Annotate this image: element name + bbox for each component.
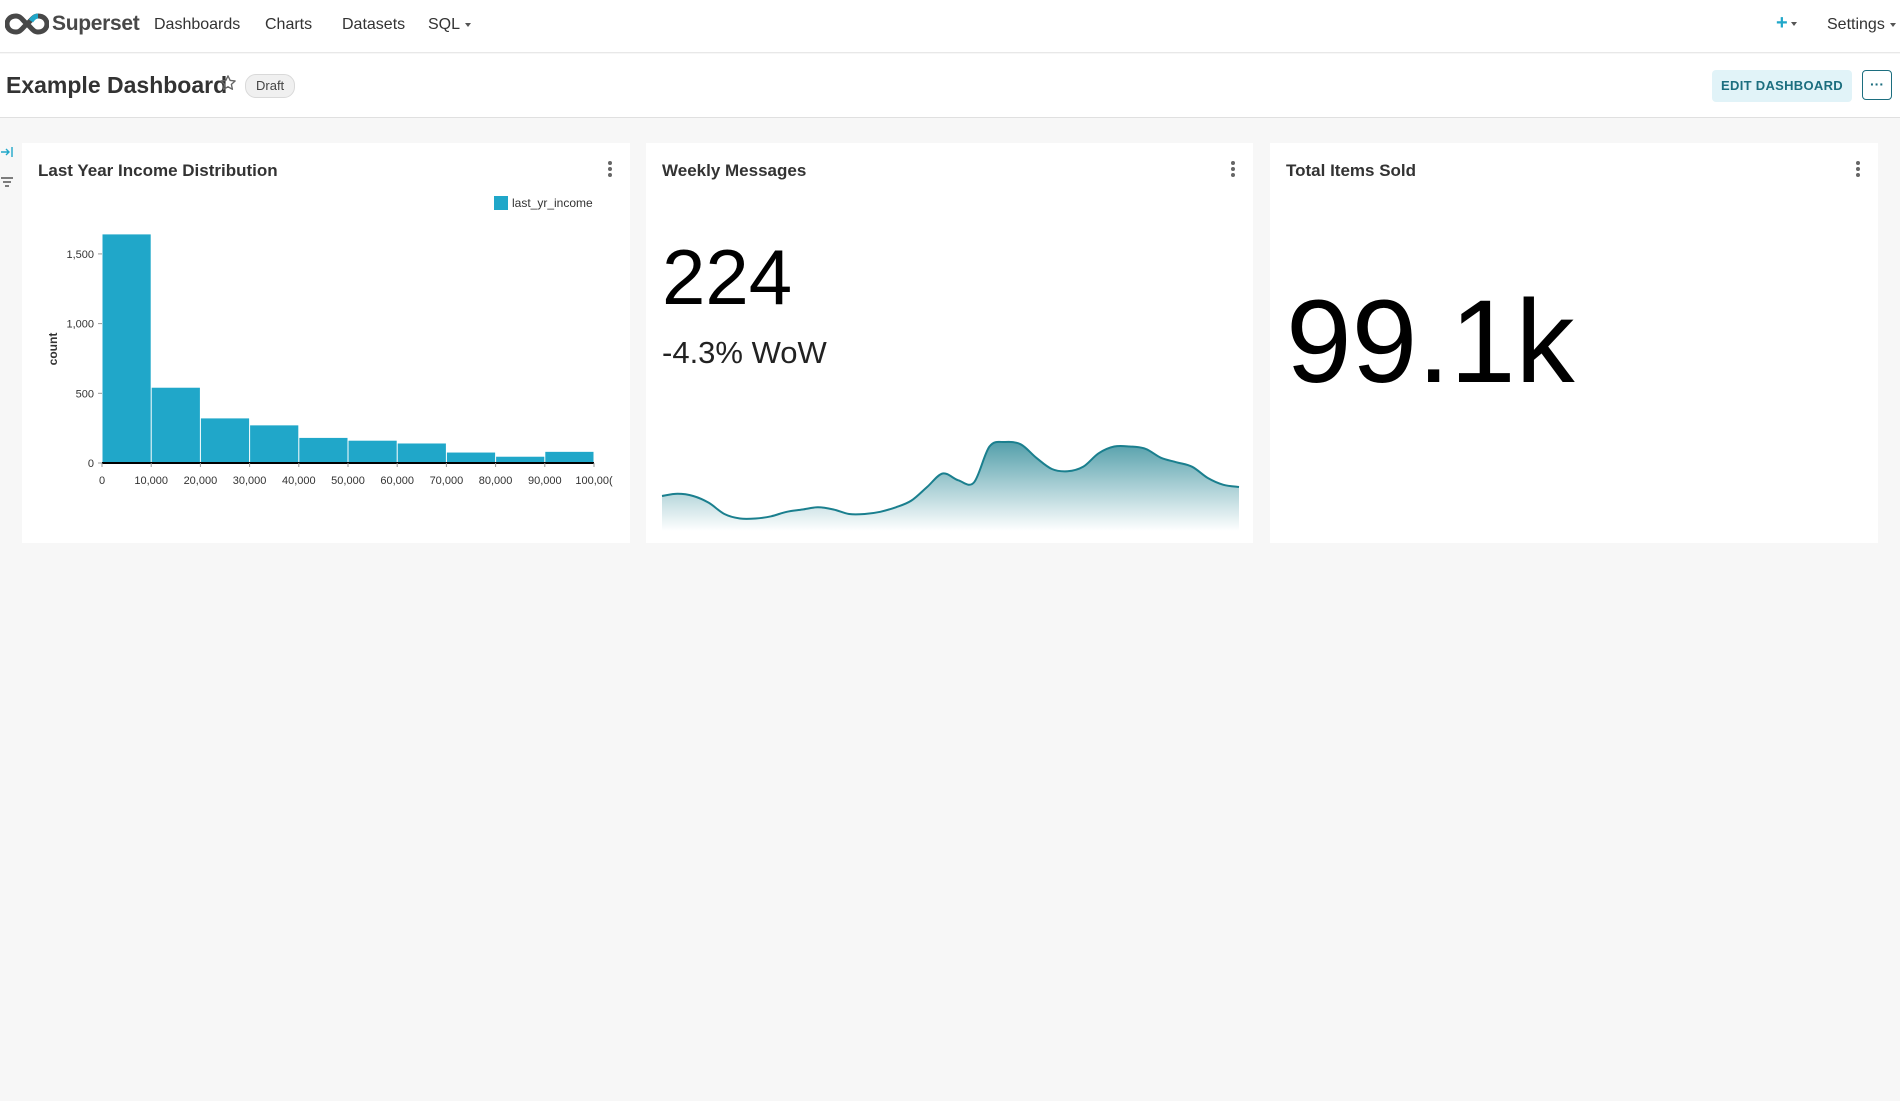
x-tick-label: 80,000 (479, 475, 513, 487)
nav-sql-menu[interactable]: SQL (428, 16, 472, 34)
histogram-bar (250, 425, 299, 463)
favorite-star-icon[interactable] (219, 74, 237, 92)
y-axis-label: count (46, 333, 60, 366)
brand-logo-link[interactable]: Superset (5, 12, 140, 36)
big-number-value: 99.1k (1286, 276, 1575, 408)
legend-label: last_yr_income (512, 196, 593, 210)
y-tick-label: 1,000 (66, 319, 94, 331)
plus-icon: + (1776, 12, 1788, 34)
chart-legend[interactable]: last_yr_income (494, 196, 593, 210)
x-tick-label: 100,00( (575, 475, 613, 487)
weekly-messages-trendline (661, 440, 1240, 531)
x-tick-label: 30,000 (233, 475, 267, 487)
y-tick-label: 0 (88, 458, 94, 470)
brand-name: Superset (52, 12, 140, 35)
histogram-bar (348, 440, 397, 463)
nav-datasets[interactable]: Datasets (342, 16, 405, 34)
x-tick-label: 0 (99, 475, 105, 487)
x-tick-label: 40,000 (282, 475, 316, 487)
histogram-bar (446, 452, 496, 463)
settings-menu[interactable]: Settings (1827, 16, 1896, 34)
more-options-button[interactable]: ··· (1862, 70, 1892, 100)
nav-dashboards[interactable]: Dashboards (154, 16, 240, 34)
histogram-bar (545, 451, 594, 463)
chart-card-total-items-sold: Total Items Sold 99.1k (1270, 143, 1878, 543)
x-tick-label: 50,000 (331, 475, 365, 487)
status-badge[interactable]: Draft (245, 74, 296, 98)
chevron-down-icon (1790, 21, 1797, 26)
histogram-bar (102, 234, 151, 463)
x-tick-label: 20,000 (184, 475, 218, 487)
add-new-menu[interactable]: + (1776, 12, 1797, 35)
chevron-down-icon (465, 22, 472, 27)
chevron-down-icon (1889, 22, 1896, 27)
histogram-bar (299, 437, 348, 463)
income-histogram: last_yr_income 0 500 1,000 1,500 count 0 10,00… (46, 196, 613, 487)
dashboard-header: Example Dashboard Draft EDIT DASHBOARD ·… (0, 54, 1900, 118)
superset-logo-icon (5, 13, 49, 35)
top-navbar: Superset Dashboards Charts Datasets SQL … (0, 0, 1900, 53)
histogram-bar (397, 443, 446, 463)
legend-swatch (494, 196, 508, 210)
nav-charts[interactable]: Charts (265, 16, 312, 34)
x-tick-label: 70,000 (430, 475, 464, 487)
nav-sql-label: SQL (428, 16, 461, 33)
chart-card-income-distribution: Last Year Income Distribution last_yr_in… (22, 143, 630, 543)
edit-dashboard-button[interactable]: EDIT DASHBOARD (1712, 70, 1852, 102)
settings-label: Settings (1827, 16, 1885, 33)
y-tick-label: 1,500 (66, 249, 94, 261)
filter-icon[interactable] (0, 176, 14, 188)
chart-title: Total Items Sold (1286, 161, 1417, 180)
x-tick-label: 60,000 (380, 475, 414, 487)
x-tick-label: 90,000 (528, 475, 562, 487)
chart-card-weekly-messages: Weekly Messages 224 -4.3% WoW (646, 143, 1253, 543)
trendline-area (662, 441, 1239, 531)
y-tick-label: 500 (76, 388, 94, 400)
dashboard-title[interactable]: Example Dashboard (6, 72, 227, 99)
expand-filters-icon[interactable] (0, 146, 14, 158)
histogram-bar (151, 387, 200, 463)
chart-menu-kebab-icon[interactable] (1850, 161, 1866, 181)
x-tick-label: 10,000 (134, 475, 168, 487)
histogram-bar (200, 418, 250, 463)
